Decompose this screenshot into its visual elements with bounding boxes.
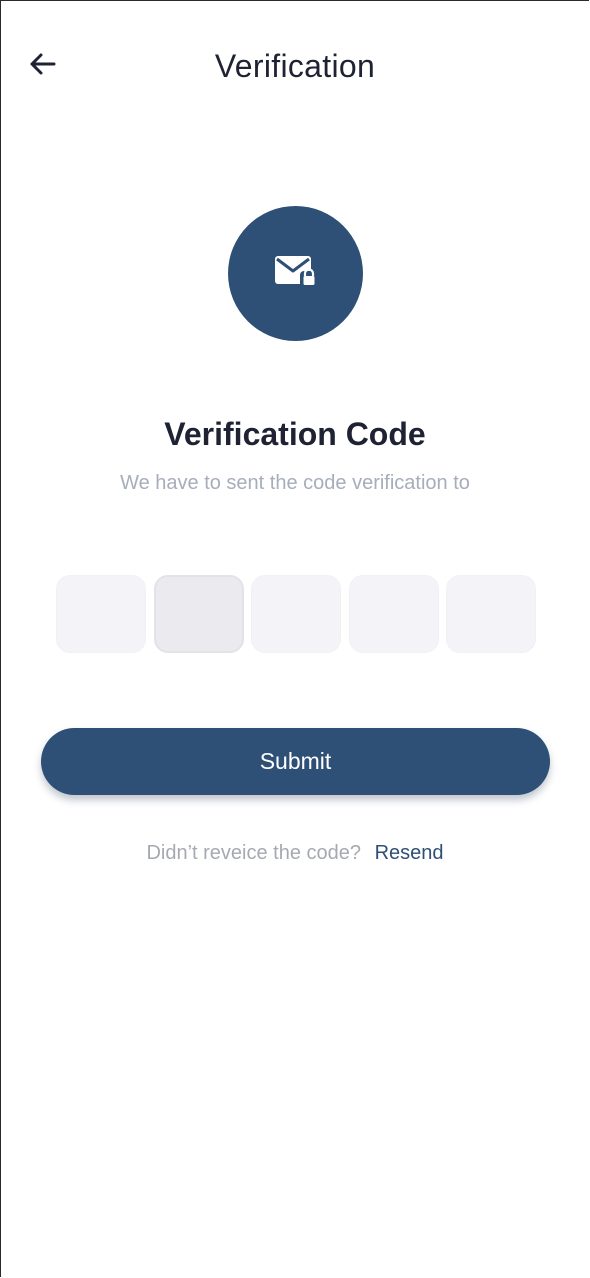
verification-avatar <box>228 206 363 341</box>
mail-lock-icon <box>274 254 318 293</box>
top-bar: Verification <box>0 0 590 132</box>
code-digit-input-5[interactable] <box>446 575 536 653</box>
resend-link[interactable]: Resend <box>375 842 444 864</box>
code-digit-input-2[interactable] <box>153 575 244 653</box>
verification-subtitle: We have to sent the code verification to <box>120 472 470 494</box>
resend-row: Didn’t reveice the code? Resend <box>0 840 590 866</box>
submit-button[interactable]: Submit <box>41 728 550 795</box>
code-digit-input-1[interactable] <box>56 575 146 653</box>
code-digit-input-4[interactable] <box>348 575 439 653</box>
code-input-group <box>56 575 536 653</box>
code-digit-input-3[interactable] <box>251 575 341 653</box>
resend-prompt: Didn’t reveice the code? <box>146 842 362 864</box>
verification-heading: Verification Code <box>164 416 426 452</box>
page-title: Verification <box>214 48 376 84</box>
